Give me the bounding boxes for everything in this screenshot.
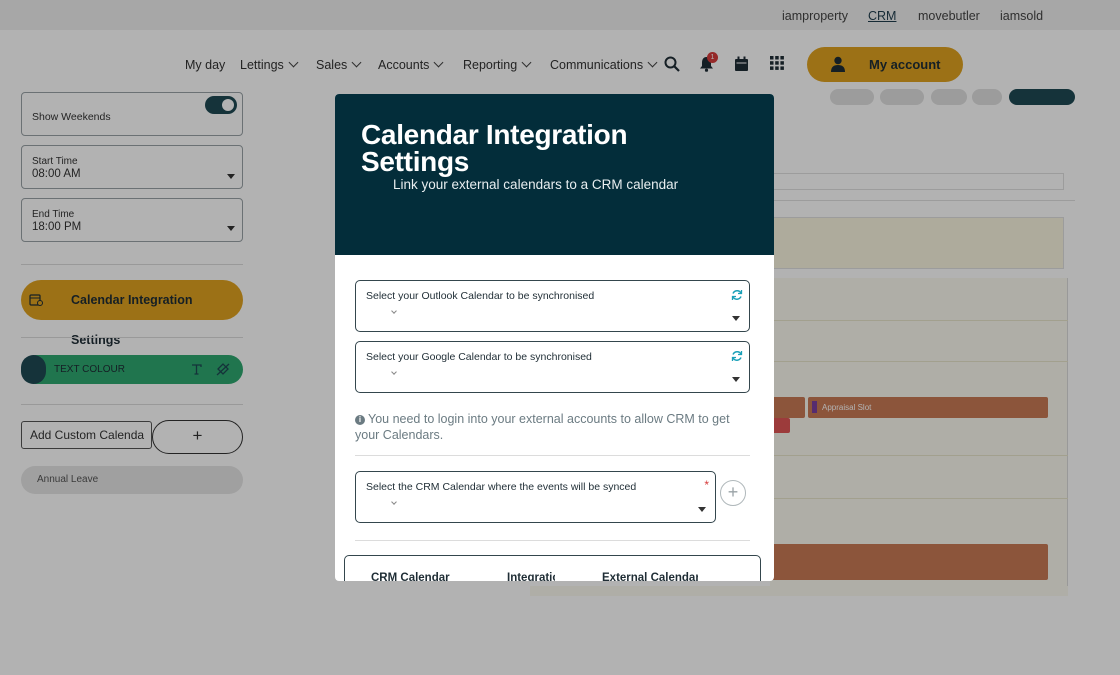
column-header-external-calendar: External Calendar (602, 572, 698, 581)
modal-header: Calendar Integration Settings Link your … (335, 94, 774, 255)
divider (355, 540, 750, 541)
outlook-calendar-label: Select your Outlook Calendar to be synch… (366, 290, 595, 302)
caret-down-icon (732, 377, 740, 382)
info-text: You need to login into your external acc… (355, 412, 730, 442)
calendar-mapping-table: CRM Calendar Integration External Calend… (344, 555, 761, 581)
caret-down-icon (732, 316, 740, 321)
column-header-crm-calendar: CRM Calendar (371, 572, 450, 581)
caret-down-icon (698, 507, 706, 512)
calendar-integration-modal: Calendar Integration Settings Link your … (335, 94, 774, 581)
google-calendar-select[interactable]: Select your Google Calendar to be synchr… (355, 341, 750, 393)
outlook-calendar-select[interactable]: Select your Outlook Calendar to be synch… (355, 280, 750, 332)
crm-calendar-label: Select the CRM Calendar where the events… (366, 481, 637, 493)
crm-calendar-select[interactable]: Select the CRM Calendar where the events… (355, 471, 716, 523)
login-info-message: i You need to login into your external ac… (355, 411, 755, 443)
modal-subtitle: Link your external calendars to a CRM ca… (393, 177, 679, 192)
refresh-icon[interactable] (731, 289, 743, 301)
refresh-icon[interactable] (731, 350, 743, 362)
chevron-down-icon (391, 369, 397, 375)
add-crm-calendar-button[interactable]: + (720, 480, 746, 506)
info-icon: i (355, 415, 365, 425)
column-header-integration: Integration (507, 572, 555, 581)
chevron-down-icon (391, 499, 397, 505)
required-indicator: * (704, 478, 709, 492)
divider (355, 455, 750, 456)
google-calendar-label: Select your Google Calendar to be synchr… (366, 351, 592, 363)
chevron-down-icon (391, 308, 397, 314)
modal-title: Calendar Integration Settings (361, 119, 628, 177)
